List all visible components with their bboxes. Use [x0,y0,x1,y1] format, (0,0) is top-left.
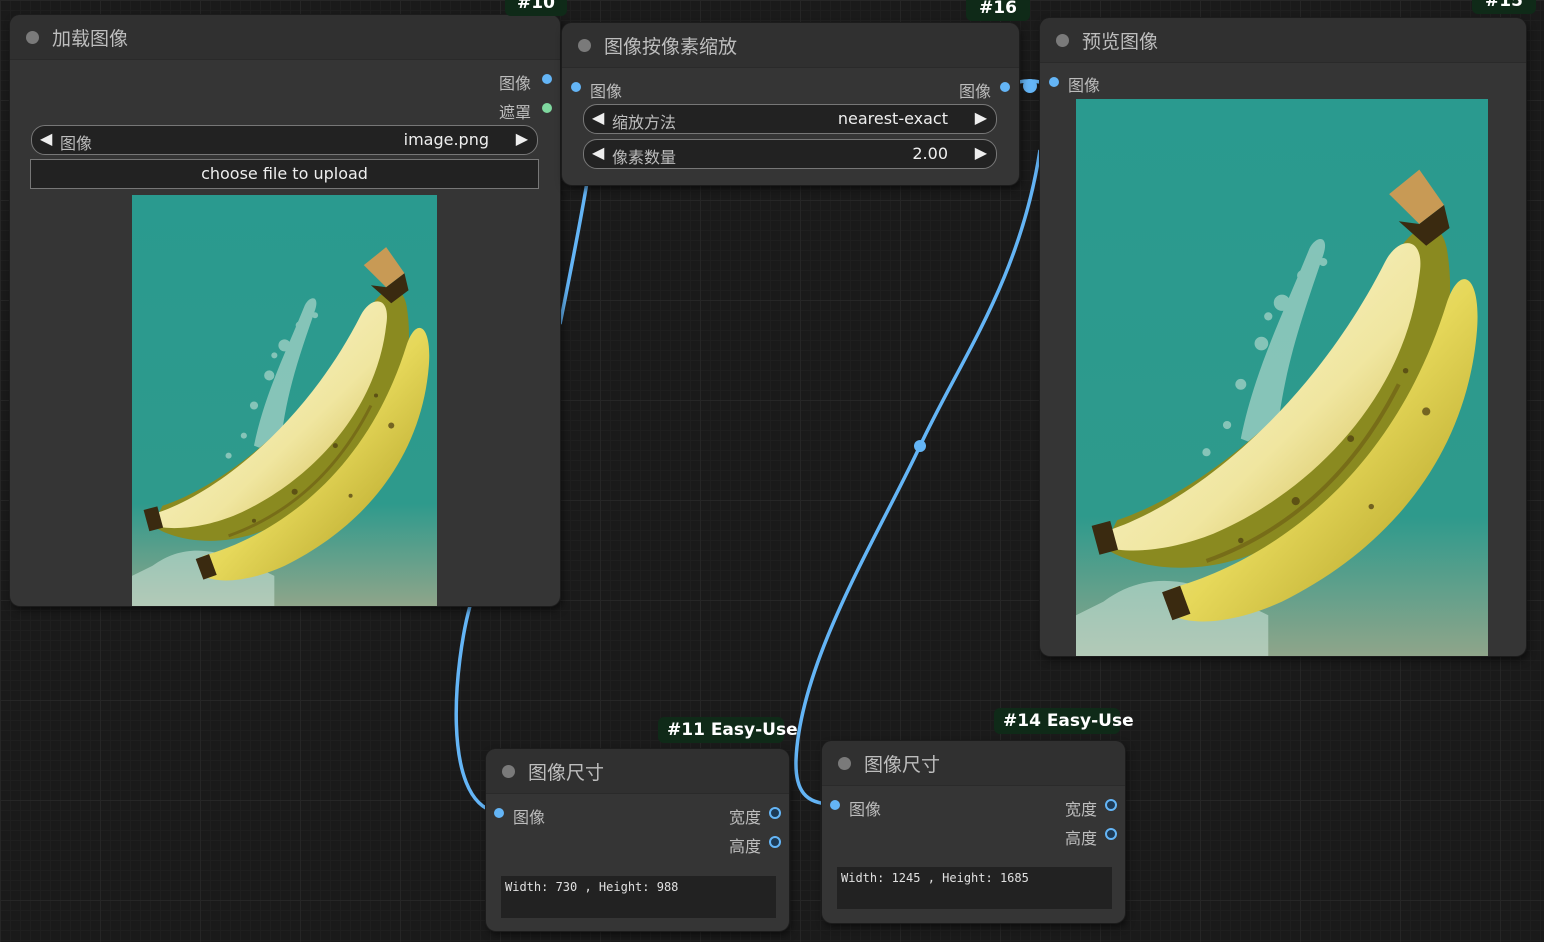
node-title: 加载图像 [52,28,129,50]
input-image-label: 图像 [849,800,882,819]
collapse-dot-icon[interactable] [838,757,851,770]
node-title: 图像按像素缩放 [604,36,738,58]
banana-image-icon [132,195,437,606]
node-header[interactable]: 加载图像 [10,15,560,60]
output-width-label: 宽度 [728,808,761,827]
decrement-arrow-icon[interactable]: ◀ [40,129,52,148]
collapse-dot-icon[interactable] [26,31,39,44]
output-image-socket[interactable] [542,74,552,84]
widget-value: 2.00 [912,144,948,163]
decrement-arrow-icon[interactable]: ◀ [592,108,604,127]
output-width-socket[interactable] [1105,799,1117,811]
increment-arrow-icon[interactable]: ▶ [516,129,528,148]
banana-image-icon [1076,99,1488,656]
image-preview [132,195,437,606]
megapixels-widget[interactable]: ◀ 像素数量 2.00 ▶ [583,139,997,169]
widget-value: image.png [403,130,489,149]
input-image-socket[interactable] [1049,77,1059,87]
node-title: 预览图像 [1082,31,1159,53]
node-badge: #15 [1472,0,1536,14]
node-badge: #14 Easy-Use [994,708,1134,734]
output-mask-socket[interactable] [542,103,552,113]
widget-label: 缩放方法 [612,113,677,132]
collapse-dot-icon[interactable] [1056,34,1069,47]
widget-label: 图像 [60,134,93,153]
output-height-label: 高度 [1064,829,1097,848]
node-header[interactable]: 图像尺寸 [486,749,789,794]
output-height-label: 高度 [728,837,761,856]
input-image-socket[interactable] [571,82,581,92]
node-title: 图像尺寸 [528,762,605,784]
node-header[interactable]: 预览图像 [1040,18,1526,63]
wire-upscale-to-size14 [794,149,1042,806]
node-header[interactable]: 图像尺寸 [822,741,1125,786]
output-image-label: 图像 [498,74,531,93]
output-height-socket[interactable] [1105,828,1117,840]
size-text-output[interactable]: Width: 1245 , Height: 1685 [837,867,1112,909]
widget-value: nearest-exact [837,109,948,128]
node-badge: #10 [505,0,567,16]
output-image-label: 图像 [958,82,991,101]
output-width-socket[interactable] [769,807,781,819]
increment-arrow-icon[interactable]: ▶ [975,108,987,127]
output-image-socket[interactable] [1000,82,1010,92]
wire-output-joint[interactable] [1023,79,1037,93]
collapse-dot-icon[interactable] [502,765,515,778]
size-text-output[interactable]: Width: 730 , Height: 988 [501,876,776,918]
preview-image-node[interactable]: 预览图像 图像 [1040,18,1526,656]
image-size-node-11[interactable]: 图像尺寸 图像 宽度 高度 Width: 730 , Height: 988 [486,749,789,931]
node-badge: #11 Easy-Use [658,717,798,743]
node-badge: #16 [966,0,1030,21]
output-width-label: 宽度 [1064,800,1097,819]
decrement-arrow-icon[interactable]: ◀ [592,143,604,162]
image-size-node-14[interactable]: 图像尺寸 图像 宽度 高度 Width: 1245 , Height: 1685 [822,741,1125,923]
upscale-method-widget[interactable]: ◀ 缩放方法 nearest-exact ▶ [583,104,997,134]
collapse-dot-icon[interactable] [578,39,591,52]
upload-button[interactable]: choose file to upload [30,159,539,189]
image-preview [1076,99,1488,656]
input-image-label: 图像 [513,808,546,827]
image-select-widget[interactable]: ◀ 图像 image.png ▶ [31,125,538,155]
increment-arrow-icon[interactable]: ▶ [975,143,987,162]
node-title: 图像尺寸 [864,754,941,776]
input-image-socket[interactable] [830,800,840,810]
output-height-socket[interactable] [769,836,781,848]
node-header[interactable]: 图像按像素缩放 [562,23,1019,68]
output-mask-label: 遮罩 [498,103,531,122]
upscale-node[interactable]: 图像按像素缩放 图像 图像 ◀ 缩放方法 nearest-exact ▶ ◀ 像… [562,23,1019,185]
widget-label: 像素数量 [612,148,677,167]
input-image-socket[interactable] [494,808,504,818]
wire-midpoint[interactable] [914,440,926,452]
input-image-label: 图像 [590,82,623,101]
load-image-node[interactable]: 加载图像 图像 遮罩 ◀ 图像 image.png ▶ choose file … [10,15,560,606]
input-image-label: 图像 [1068,76,1101,95]
